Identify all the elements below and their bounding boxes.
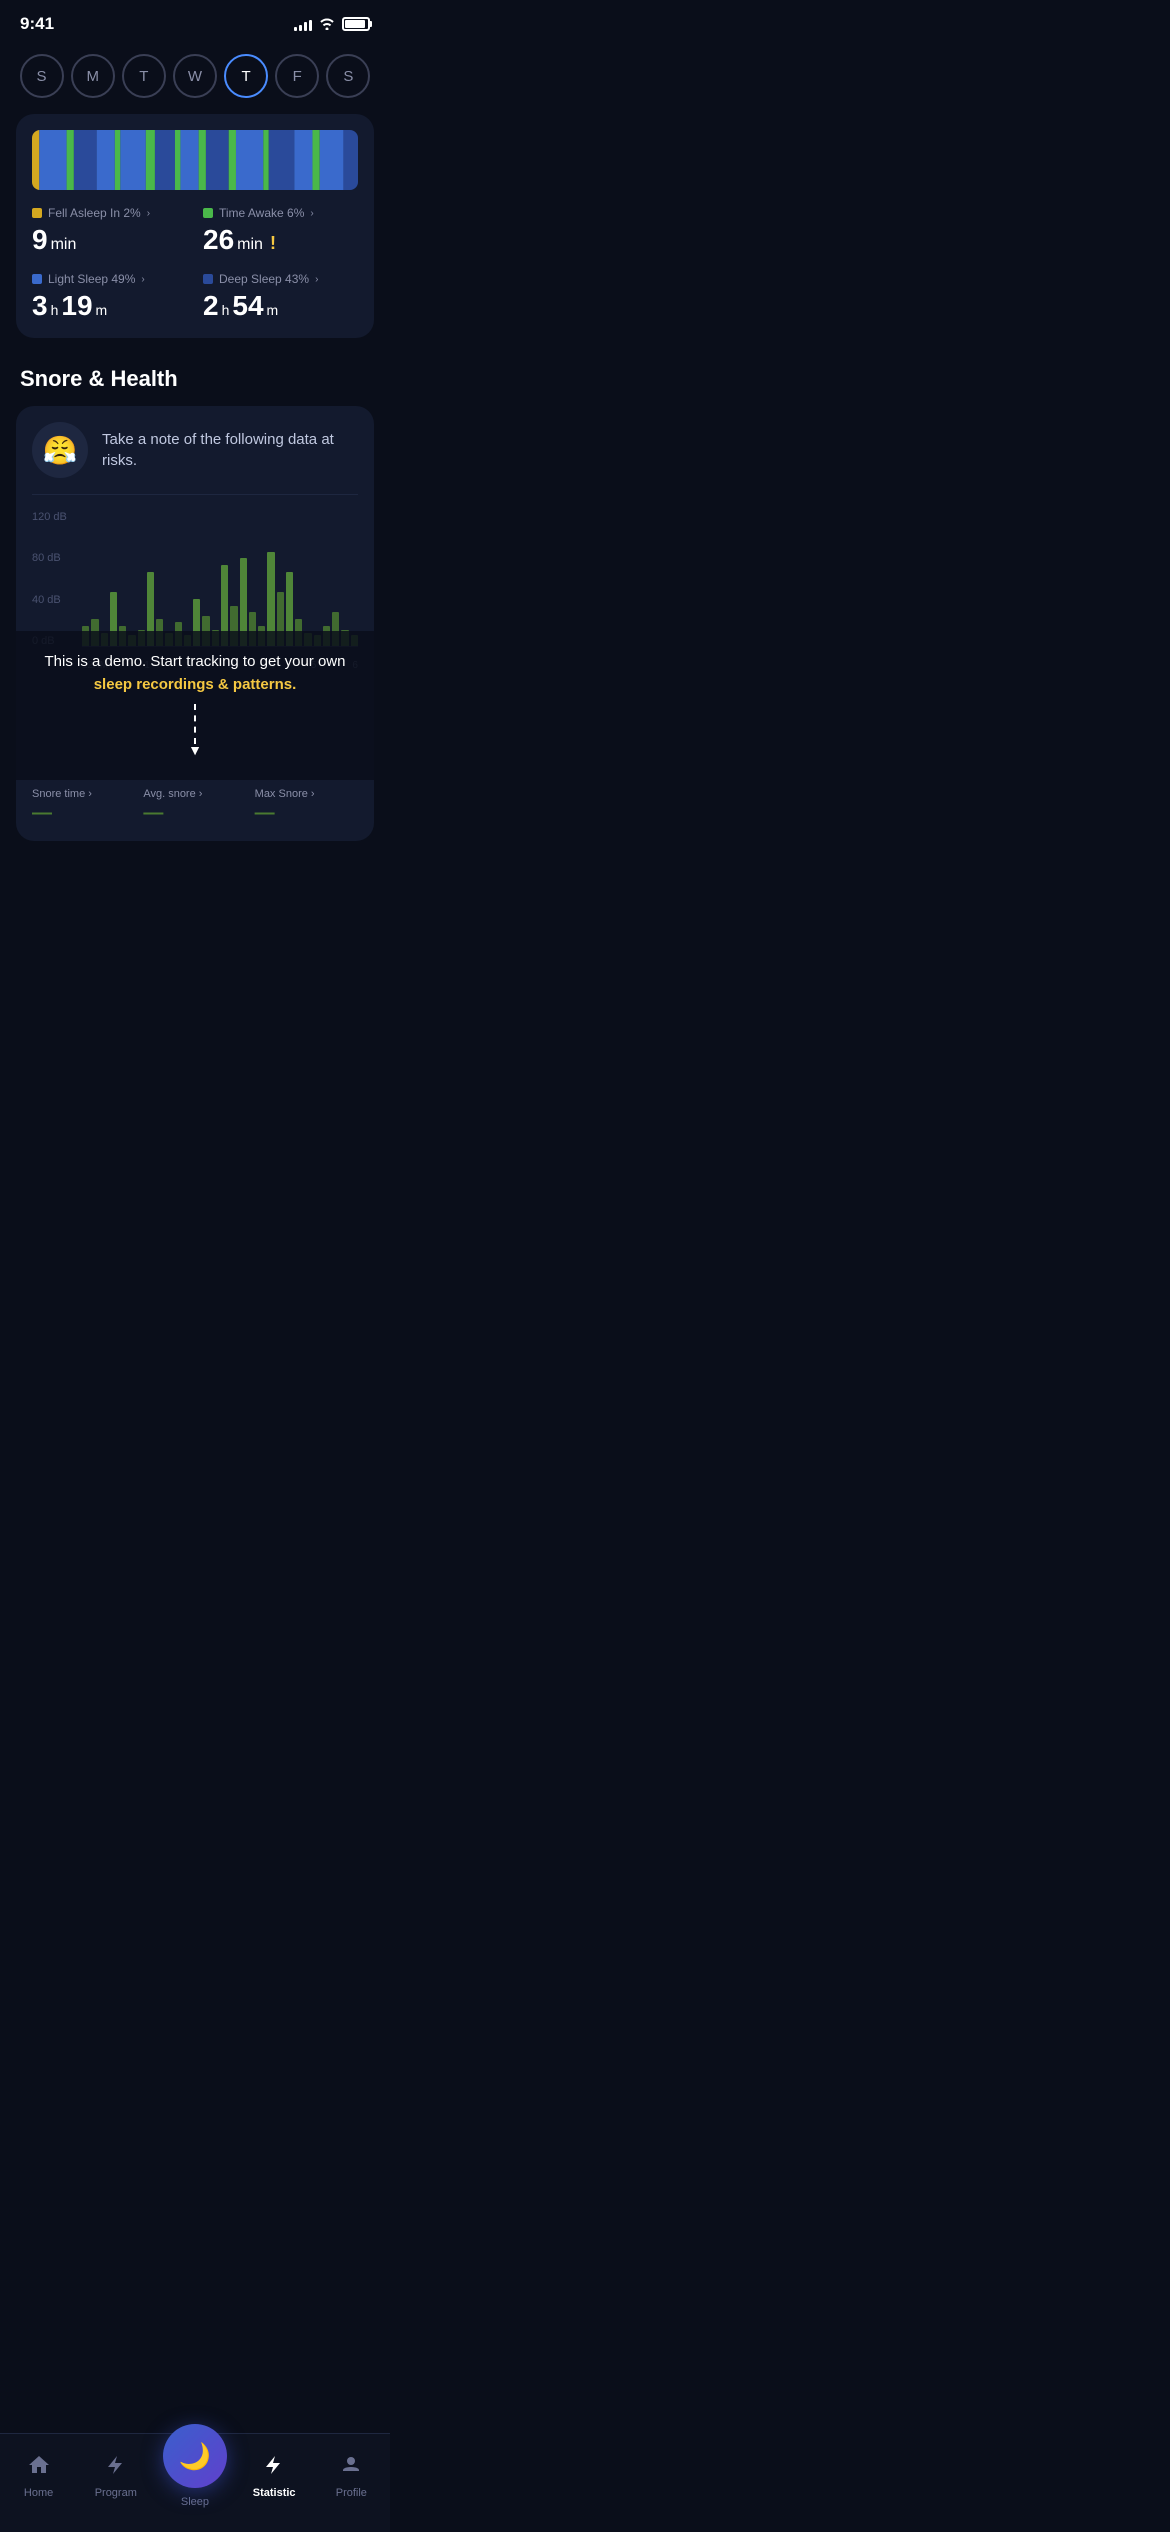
stat-light-sleep-label[interactable]: Light Sleep 49% › [32,272,187,286]
demo-overlay: This is a demo. Start tracking to get yo… [16,631,374,780]
snore-metrics: Snore time › — Avg. snore › — Max Snore … [32,788,358,825]
snore-health-section: Snore & Health 😤 Take a note of the foll… [0,366,390,841]
statistic-icon [262,2453,286,2483]
wifi-icon [318,16,336,33]
light-sleep-dot [32,274,42,284]
down-arrow-icon: ▼ [188,742,202,758]
nav-sleep-label: Sleep [181,2496,209,2508]
nav-profile-label: Profile [336,2487,367,2499]
nav-sleep[interactable]: 🌙 Sleep [163,2444,227,2508]
sleep-visualization [32,130,358,190]
deep-sleep-dot [203,274,213,284]
day-sunday[interactable]: S [20,54,64,98]
stat-fell-asleep-label[interactable]: Fell Asleep In 2% › [32,206,187,220]
time-awake-dot [203,208,213,218]
battery-icon [342,17,370,31]
warning-icon: ! [270,233,276,254]
nav-program-label: Program [95,2487,137,2499]
nav-statistic-label: Statistic [253,2487,296,2499]
avg-snore-metric[interactable]: Avg. snore › — [143,788,246,825]
stat-light-sleep: Light Sleep 49% › 3 h 19 m [32,272,187,322]
day-selector: S M T W T F S [0,44,390,114]
day-saturday[interactable]: S [326,54,370,98]
demo-text: This is a demo. Start tracking to get yo… [32,651,358,696]
stat-deep-sleep-label[interactable]: Deep Sleep 43% › [203,272,358,286]
status-icons [294,16,370,33]
moon-icon: 🌙 [179,2441,211,2472]
nav-home[interactable]: Home [9,2453,69,2499]
day-thursday[interactable]: T [224,54,268,98]
stat-time-awake: Time Awake 6% › 26 min ! [203,206,358,256]
signal-icon [294,17,312,31]
dashed-pointer: ▼ [32,704,358,758]
day-tuesday[interactable]: T [122,54,166,98]
health-card: 😤 Take a note of the following data at r… [16,406,374,841]
status-time: 9:41 [20,14,54,34]
fell-asleep-dot [32,208,42,218]
stat-deep-sleep: Deep Sleep 43% › 2 h 54 m [203,272,358,322]
db-labels: 120 dB 80 dB 40 dB 0 dB [32,511,67,647]
stat-deep-sleep-value: 2 h 54 m [203,290,358,322]
snore-health-title: Snore & Health [0,366,390,406]
db-chart-area [82,511,358,647]
stat-time-awake-label[interactable]: Time Awake 6% › [203,206,358,220]
snore-time-metric[interactable]: Snore time › — [32,788,135,825]
sleep-card: Fell Asleep In 2% › 9 min Time Awake 6% … [16,114,374,338]
sleep-stats-grid: Fell Asleep In 2% › 9 min Time Awake 6% … [32,206,358,322]
stat-light-sleep-value: 3 h 19 m [32,290,187,322]
bottom-nav: Home Program 🌙 Sleep Statistic [0,2433,390,2532]
stat-fell-asleep: Fell Asleep In 2% › 9 min [32,206,187,256]
day-friday[interactable]: F [275,54,319,98]
nav-program[interactable]: Program [86,2453,146,2499]
program-icon [104,2453,128,2483]
status-bar: 9:41 [0,0,390,44]
day-wednesday[interactable]: W [173,54,217,98]
nav-home-label: Home [24,2487,53,2499]
nav-statistic[interactable]: Statistic [244,2453,304,2499]
profile-icon [339,2453,363,2483]
health-header: 😤 Take a note of the following data at r… [32,422,358,495]
home-icon [27,2453,51,2483]
sleep-nav-button[interactable]: 🌙 [163,2424,227,2488]
demo-highlight: sleep recordings & patterns. [94,676,297,693]
health-description: Take a note of the following data at ris… [102,429,358,471]
nav-profile[interactable]: Profile [321,2453,381,2499]
max-snore-metric[interactable]: Max Snore › — [255,788,358,825]
stat-time-awake-value: 26 min ! [203,224,358,256]
day-monday[interactable]: M [71,54,115,98]
health-emoji: 😤 [32,422,88,478]
stat-fell-asleep-value: 9 min [32,224,187,256]
